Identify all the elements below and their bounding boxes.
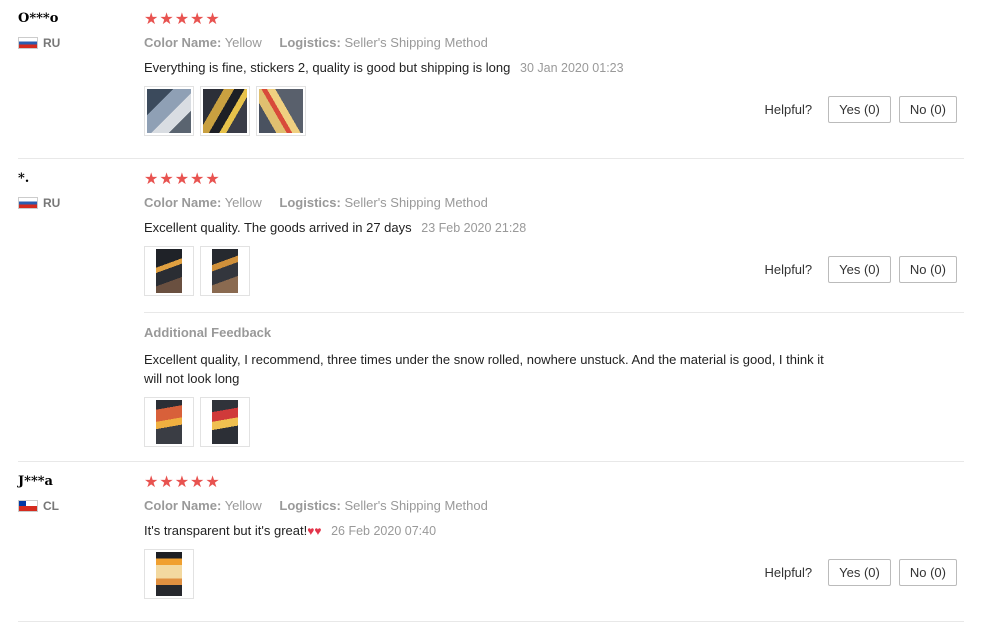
reviewer-info: O***o RU bbox=[18, 10, 138, 50]
helpful-label: Helpful? bbox=[764, 565, 813, 580]
review-date: 30 Jan 2020 01:23 bbox=[520, 61, 624, 75]
country-code: RU bbox=[43, 36, 61, 50]
review-text: Excellent quality. The goods arrived in … bbox=[144, 220, 412, 235]
reviewer-country: RU bbox=[18, 196, 138, 210]
review-text-line: It's transparent but it's great!♥♥ 26 Fe… bbox=[144, 521, 844, 541]
review-date: 26 Feb 2020 07:40 bbox=[331, 524, 437, 538]
review-item: *. RU ★★★★★ Color Name: Yellow Logistics… bbox=[18, 170, 964, 462]
review-item: J***a CL ★★★★★ Color Name: Yellow Logist… bbox=[18, 473, 964, 622]
logistics-value: Seller's Shipping Method bbox=[344, 35, 488, 50]
color-name-label: Color Name: bbox=[144, 195, 222, 210]
color-name-value: Yellow bbox=[224, 498, 262, 513]
helpful-vote: Helpful? Yes (0) No (0) bbox=[764, 96, 957, 123]
reviewer-info: *. RU bbox=[18, 170, 138, 210]
helpful-no-button[interactable]: No (0) bbox=[898, 96, 957, 123]
helpful-label: Helpful? bbox=[764, 262, 813, 277]
additional-feedback-photos bbox=[144, 397, 964, 447]
review-meta: Color Name: Yellow Logistics: Seller's S… bbox=[144, 194, 844, 212]
reviewer-name: O***o bbox=[18, 11, 59, 26]
review-photo-thumbnail[interactable] bbox=[200, 86, 250, 136]
review-content: ★★★★★ Color Name: Yellow Logistics: Sell… bbox=[144, 10, 844, 136]
review-text: Everything is fine, stickers 2, quality … bbox=[144, 60, 511, 75]
review-photo-thumbnail[interactable] bbox=[144, 86, 194, 136]
reviewer-info: J***a CL bbox=[18, 473, 138, 513]
reviewer-country: CL bbox=[18, 499, 138, 513]
review-meta: Color Name: Yellow Logistics: Seller's S… bbox=[144, 497, 844, 515]
review-photo-thumbnail[interactable] bbox=[144, 397, 194, 447]
logistics-label: Logistics: bbox=[279, 195, 341, 210]
helpful-label: Helpful? bbox=[764, 102, 813, 117]
helpful-vote: Helpful? Yes (0) No (0) bbox=[764, 256, 957, 283]
logistics-value: Seller's Shipping Method bbox=[344, 498, 488, 513]
reviewer-country: RU bbox=[18, 36, 138, 50]
russia-flag-icon bbox=[18, 37, 38, 49]
helpful-yes-button[interactable]: Yes (0) bbox=[828, 96, 891, 123]
review-photo-thumbnail[interactable] bbox=[144, 246, 194, 296]
star-rating: ★★★★★ bbox=[144, 474, 221, 491]
review-photo-thumbnail[interactable] bbox=[200, 246, 250, 296]
helpful-no-button[interactable]: No (0) bbox=[898, 559, 957, 586]
review-photo-thumbnail[interactable] bbox=[256, 86, 306, 136]
helpful-no-button[interactable]: No (0) bbox=[898, 256, 957, 283]
reviewer-name: J***a bbox=[18, 474, 53, 489]
country-code: CL bbox=[43, 499, 59, 513]
review-photo-thumbnail[interactable] bbox=[200, 397, 250, 447]
color-name-value: Yellow bbox=[224, 35, 262, 50]
review-photo-thumbnail[interactable] bbox=[144, 549, 194, 599]
star-rating: ★★★★★ bbox=[144, 11, 221, 28]
review-text-line: Everything is fine, stickers 2, quality … bbox=[144, 58, 844, 78]
country-code: RU bbox=[43, 196, 61, 210]
reviewer-name: *. bbox=[18, 171, 30, 186]
logistics-value: Seller's Shipping Method bbox=[344, 195, 488, 210]
color-name-label: Color Name: bbox=[144, 35, 222, 50]
review-date: 23 Feb 2020 21:28 bbox=[421, 221, 527, 235]
review-photos bbox=[144, 246, 844, 296]
review-meta: Color Name: Yellow Logistics: Seller's S… bbox=[144, 34, 844, 52]
helpful-yes-button[interactable]: Yes (0) bbox=[828, 256, 891, 283]
review-photos bbox=[144, 86, 844, 136]
review-text: It's transparent but it's great! bbox=[144, 523, 308, 538]
helpful-vote: Helpful? Yes (0) No (0) bbox=[764, 559, 957, 586]
color-name-value: Yellow bbox=[224, 195, 262, 210]
color-name-label: Color Name: bbox=[144, 498, 222, 513]
review-content: ★★★★★ Color Name: Yellow Logistics: Sell… bbox=[144, 473, 844, 599]
logistics-label: Logistics: bbox=[279, 35, 341, 50]
additional-feedback-text: Excellent quality, I recommend, three ti… bbox=[144, 352, 824, 386]
additional-feedback: Additional Feedback Excellent quality, I… bbox=[144, 312, 964, 447]
heart-emoji-icon: ♥♥ bbox=[307, 524, 322, 538]
russia-flag-icon bbox=[18, 197, 38, 209]
review-text-line: Excellent quality. The goods arrived in … bbox=[144, 218, 844, 238]
review-item: O***o RU ★★★★★ Color Name: Yellow Logist… bbox=[18, 10, 964, 159]
star-rating: ★★★★★ bbox=[144, 171, 221, 188]
review-photos bbox=[144, 549, 844, 599]
additional-feedback-title: Additional Feedback bbox=[144, 325, 272, 340]
chile-flag-icon bbox=[18, 500, 38, 512]
helpful-yes-button[interactable]: Yes (0) bbox=[828, 559, 891, 586]
logistics-label: Logistics: bbox=[279, 498, 341, 513]
review-content: ★★★★★ Color Name: Yellow Logistics: Sell… bbox=[144, 170, 844, 296]
